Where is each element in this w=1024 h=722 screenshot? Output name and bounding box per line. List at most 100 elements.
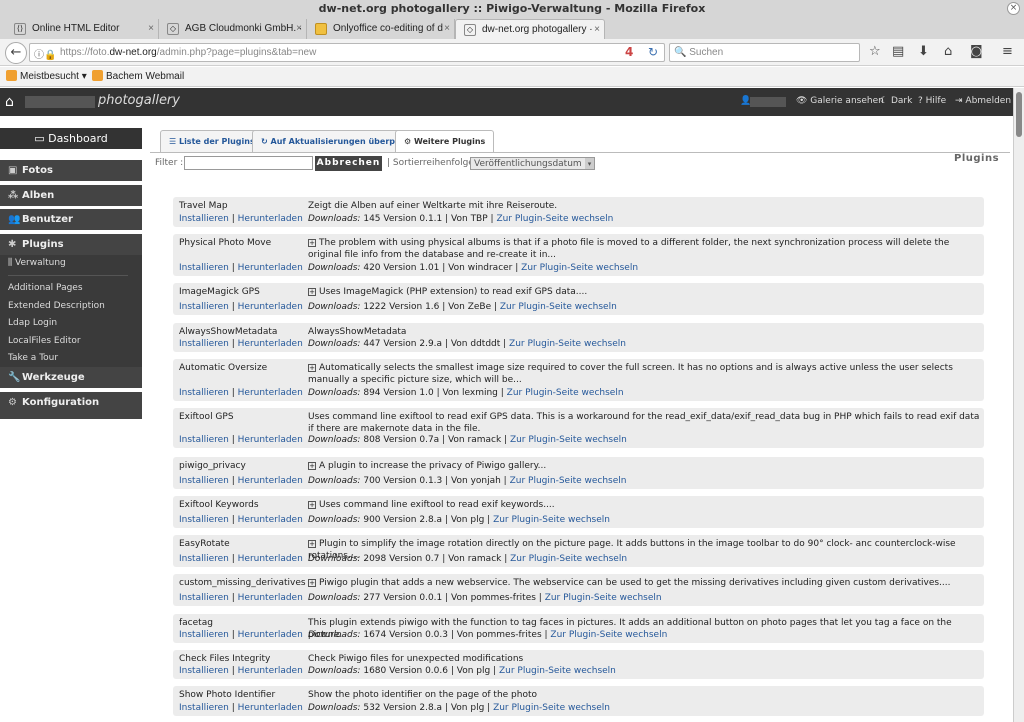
plugin-page-link[interactable]: Zur Plugin-Seite wechseln xyxy=(493,703,610,713)
extension-badge[interactable]: 4 xyxy=(625,45,633,59)
sidebar-item-additional-pages[interactable]: Additional Pages xyxy=(8,283,83,293)
gallery-link[interactable]: 👁 Galerie ansehen xyxy=(796,96,884,106)
plugin-page-link[interactable]: Zur Plugin-Seite wechseln xyxy=(550,630,667,640)
download-link[interactable]: Herunterladen xyxy=(238,515,303,525)
install-link[interactable]: Installieren xyxy=(179,435,229,445)
sidebar-plugins[interactable]: ✱ Plugins xyxy=(0,234,142,255)
reading-list-icon[interactable]: ▤ xyxy=(892,44,904,59)
theme-link[interactable]: ☾ Dark xyxy=(880,96,912,106)
plugin-page-link[interactable]: Zur Plugin-Seite wechseln xyxy=(499,666,616,676)
reset-filter-button[interactable]: Abbrechen xyxy=(315,156,382,171)
browser-tab-photogallery[interactable]: ◇ dw-net.org photogallery · × xyxy=(455,19,605,39)
download-link[interactable]: Herunterladen xyxy=(238,302,303,312)
page-title: Plugins xyxy=(954,153,1000,164)
download-link[interactable]: Herunterladen xyxy=(238,630,303,640)
sidebar-benutzer[interactable]: 👥 Benutzer xyxy=(0,209,142,230)
bookmark-meistbesucht[interactable]: Meistbesucht ▾ xyxy=(6,67,87,86)
window-close-button[interactable]: × xyxy=(1007,2,1020,15)
page-scrollbar[interactable] xyxy=(1013,88,1024,722)
menu-icon[interactable]: ≡ xyxy=(1002,44,1013,59)
download-link[interactable]: Herunterladen xyxy=(238,703,303,713)
sidebar-konfiguration[interactable]: ⚙ Konfiguration xyxy=(0,392,142,413)
home-icon[interactable]: ⌂ xyxy=(944,44,952,59)
download-link[interactable]: Herunterladen xyxy=(238,214,303,224)
plugin-page-link[interactable]: Zur Plugin-Seite wechseln xyxy=(545,593,662,603)
dashboard-link[interactable]: ▭ Dashboard xyxy=(0,128,142,149)
install-link[interactable]: Installieren xyxy=(179,302,229,312)
browser-tab-agb[interactable]: ◇ AGB Cloudmonki GmbH. · × xyxy=(159,19,307,39)
plugin-meta: Downloads: 532 Version 2.8.a | Von plg |… xyxy=(308,703,610,713)
install-link[interactable]: Installieren xyxy=(179,263,229,273)
download-link[interactable]: Herunterladen xyxy=(238,388,303,398)
sidebar-fotos[interactable]: ▣ Fotos xyxy=(0,160,142,181)
download-icon[interactable]: ⬇ xyxy=(918,44,929,59)
pocket-icon[interactable]: ◙ xyxy=(970,44,983,59)
plugin-page-link[interactable]: Zur Plugin-Seite wechseln xyxy=(493,515,610,525)
plugin-page-link[interactable]: Zur Plugin-Seite wechseln xyxy=(496,214,613,224)
sidebar-item-localfiles-editor[interactable]: LocalFiles Editor xyxy=(8,336,81,346)
logout-link[interactable]: ⇥ Abmelden xyxy=(955,96,1011,106)
plugin-page-link[interactable]: Zur Plugin-Seite wechseln xyxy=(507,388,624,398)
tab-close-icon[interactable]: × xyxy=(594,20,600,39)
expand-icon[interactable]: + xyxy=(308,540,316,548)
download-link[interactable]: Herunterladen xyxy=(238,666,303,676)
download-link[interactable]: Herunterladen xyxy=(238,476,303,486)
download-link[interactable]: Herunterladen xyxy=(238,554,303,564)
scrollbar-thumb[interactable] xyxy=(1016,92,1022,137)
sidebar-werkzeuge[interactable]: 🔧 Werkzeuge xyxy=(0,367,142,388)
bookmark-webmail[interactable]: Bachem Webmail xyxy=(92,67,184,86)
plugin-row: Travel Map Installieren | Herunterladen Ze… xyxy=(173,197,984,227)
sidebar-item-take-a-tour[interactable]: Take a Tour xyxy=(8,353,58,363)
site-title[interactable]: photogallery xyxy=(98,93,180,108)
tab-more-plugins[interactable]: ⚙ Weitere Plugins xyxy=(395,130,495,153)
help-link[interactable]: ? Hilfe xyxy=(918,96,946,106)
url-bar[interactable]: ⓘ🔒 https://foto.dw-net.org/admin.php?pag… xyxy=(29,43,665,62)
plugin-page-link[interactable]: Zur Plugin-Seite wechseln xyxy=(521,263,638,273)
browser-tab-onlyoffice[interactable]: Onlyoffice co-editing of d × xyxy=(307,19,455,39)
sidebar-alben[interactable]: ⁂ Alben xyxy=(0,185,142,206)
expand-icon[interactable]: + xyxy=(308,364,316,372)
sort-select[interactable]: Veröffentlichungsdatum ▾ xyxy=(470,157,595,170)
browser-tab-html-editor[interactable]: ⟨⟩ Online HTML Editor × xyxy=(6,19,159,39)
tab-plugin-list[interactable]: ☰ Liste der Plugins xyxy=(160,130,264,152)
tab-close-icon[interactable]: × xyxy=(296,19,302,38)
sidebar-item-verwaltung[interactable]: ⫼ Verwaltung xyxy=(8,258,66,268)
install-link[interactable]: Installieren xyxy=(179,666,229,676)
download-link[interactable]: Herunterladen xyxy=(238,593,303,603)
install-link[interactable]: Installieren xyxy=(179,554,229,564)
plugin-row: facetag Installieren | Herunterladen This … xyxy=(173,614,984,643)
username-redacted[interactable] xyxy=(750,97,786,107)
install-link[interactable]: Installieren xyxy=(179,593,229,603)
plugin-name: Exiftool GPS xyxy=(179,412,234,422)
plugin-page-link[interactable]: Zur Plugin-Seite wechseln xyxy=(510,435,627,445)
reload-icon[interactable]: ↻ xyxy=(648,45,658,59)
back-arrow-icon[interactable]: ← xyxy=(5,42,27,64)
filter-input[interactable] xyxy=(184,156,313,170)
bookmark-star-icon[interactable]: ☆ xyxy=(869,44,881,59)
expand-icon[interactable]: + xyxy=(308,239,316,247)
install-link[interactable]: Installieren xyxy=(179,703,229,713)
install-link[interactable]: Installieren xyxy=(179,388,229,398)
install-link[interactable]: Installieren xyxy=(179,476,229,486)
install-link[interactable]: Installieren xyxy=(179,515,229,525)
expand-icon[interactable]: + xyxy=(308,462,316,470)
search-input[interactable]: 🔍 Suchen xyxy=(669,43,860,62)
tab-close-icon[interactable]: × xyxy=(444,19,450,38)
download-link[interactable]: Herunterladen xyxy=(238,263,303,273)
expand-icon[interactable]: + xyxy=(308,501,316,509)
home-icon[interactable]: ⌂ xyxy=(5,94,14,110)
install-link[interactable]: Installieren xyxy=(179,339,229,349)
install-link[interactable]: Installieren xyxy=(179,214,229,224)
plugin-page-link[interactable]: Zur Plugin-Seite wechseln xyxy=(510,476,627,486)
expand-icon[interactable]: + xyxy=(308,288,316,296)
tab-close-icon[interactable]: × xyxy=(148,19,154,38)
plugin-page-link[interactable]: Zur Plugin-Seite wechseln xyxy=(509,339,626,349)
download-link[interactable]: Herunterladen xyxy=(238,435,303,445)
install-link[interactable]: Installieren xyxy=(179,630,229,640)
sidebar-item-ldap-login[interactable]: Ldap Login xyxy=(8,318,57,328)
expand-icon[interactable]: + xyxy=(308,579,316,587)
plugin-page-link[interactable]: Zur Plugin-Seite wechseln xyxy=(510,554,627,564)
plugin-page-link[interactable]: Zur Plugin-Seite wechseln xyxy=(500,302,617,312)
download-link[interactable]: Herunterladen xyxy=(238,339,303,349)
sidebar-item-extended-description[interactable]: Extended Description xyxy=(8,301,105,311)
